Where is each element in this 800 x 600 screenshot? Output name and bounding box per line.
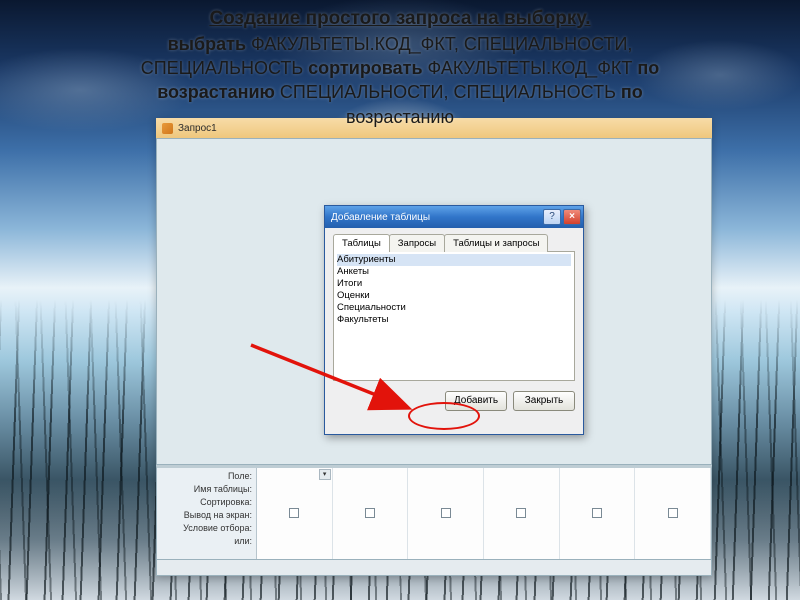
show-checkbox[interactable] [592, 508, 602, 518]
tab-tables[interactable]: Таблицы [333, 234, 390, 252]
close-icon[interactable]: × [563, 209, 581, 225]
horizontal-scrollbar[interactable] [156, 560, 712, 576]
label-table: Имя таблицы: [161, 483, 252, 496]
label-field: Поле: [161, 470, 252, 483]
close-button[interactable]: Закрыть [513, 391, 575, 411]
grid-column[interactable]: ▾ [257, 468, 333, 559]
dialog-tabs: Таблицы Запросы Таблицы и запросы [333, 234, 575, 252]
show-checkbox[interactable] [289, 508, 299, 518]
list-item[interactable]: Анкеты [337, 266, 571, 278]
dialog-titlebar[interactable]: Добавление таблицы ? × [325, 206, 583, 228]
kw-select: выбрать [168, 34, 246, 54]
kw-sort: сортировать [308, 58, 422, 78]
grid-column[interactable] [560, 468, 636, 559]
grid-column[interactable] [333, 468, 409, 559]
grid-column[interactable] [408, 468, 484, 559]
annotation-circle [408, 402, 480, 430]
label-sort: Сортировка: [161, 496, 252, 509]
query-grid: Поле: Имя таблицы: Сортировка: Вывод на … [156, 465, 712, 560]
list-item[interactable]: Абитуриенты [337, 254, 571, 266]
field-dropdown-icon[interactable]: ▾ [319, 469, 331, 480]
list-item[interactable]: Оценки [337, 290, 571, 302]
grid-column[interactable] [635, 468, 711, 559]
tab-queries[interactable]: Запросы [389, 234, 445, 252]
slide-title: Создание простого запроса на выборку. [209, 8, 590, 29]
grid-row-labels: Поле: Имя таблицы: Сортировка: Вывод на … [157, 468, 257, 559]
show-checkbox[interactable] [365, 508, 375, 518]
show-checkbox[interactable] [668, 508, 678, 518]
list-item[interactable]: Специальности [337, 302, 571, 314]
grid-columns: ▾ [257, 468, 711, 559]
list-item[interactable]: Факультеты [337, 314, 571, 326]
label-show: Вывод на экран: [161, 509, 252, 522]
show-checkbox[interactable] [516, 508, 526, 518]
annotation-arrow-icon [246, 335, 426, 425]
slide-caption: Создание простого запроса на выборку. вы… [0, 6, 800, 129]
label-or: или: [161, 535, 252, 548]
tab-both[interactable]: Таблицы и запросы [444, 234, 548, 252]
label-criteria: Условие отбора: [161, 522, 252, 535]
list-item[interactable]: Итоги [337, 278, 571, 290]
help-button[interactable]: ? [543, 209, 561, 225]
show-checkbox[interactable] [441, 508, 451, 518]
dialog-title: Добавление таблицы [331, 212, 430, 223]
grid-column[interactable] [484, 468, 560, 559]
